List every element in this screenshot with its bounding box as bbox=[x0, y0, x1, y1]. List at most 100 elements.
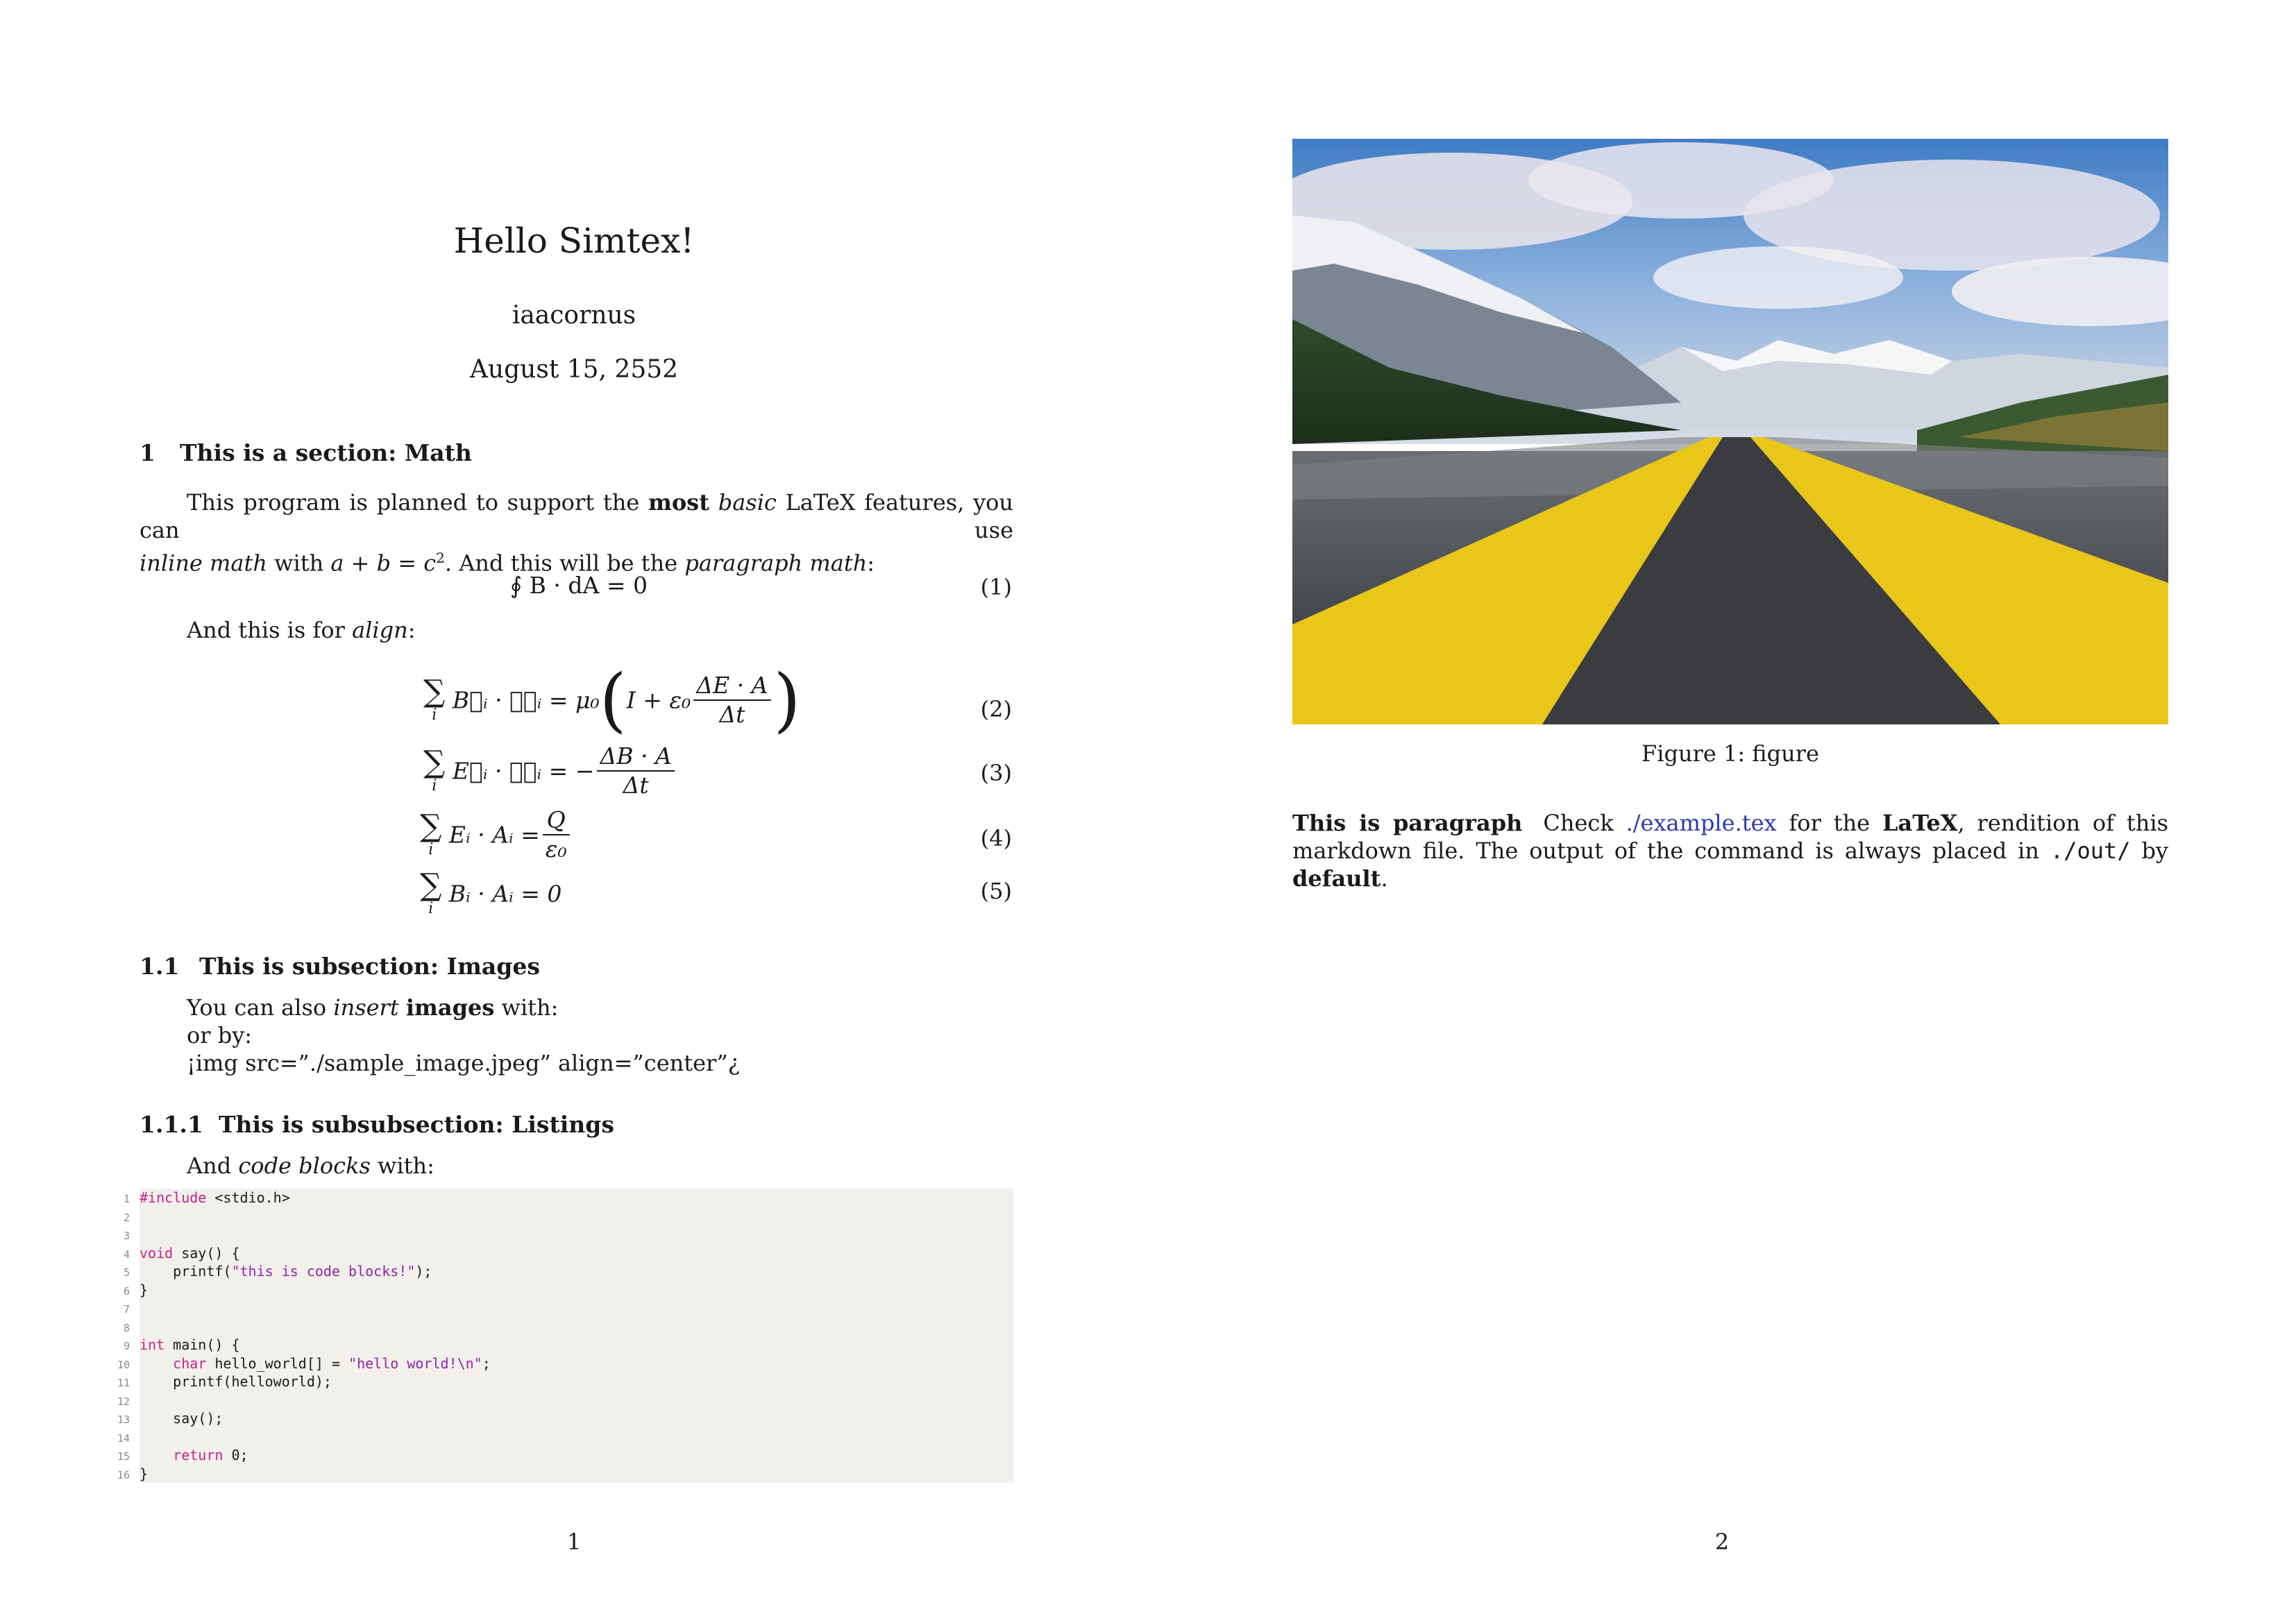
code-string: "hello world!\n" bbox=[348, 1354, 482, 1372]
code-text: say() { bbox=[173, 1244, 240, 1261]
sum-operator: ∑ i bbox=[423, 745, 446, 794]
inline-math: a + b = c bbox=[330, 550, 437, 577]
code-text: } bbox=[140, 1465, 149, 1482]
left-paren: ( bbox=[599, 659, 627, 740]
code-line: 10 char hello_world[] = "hello world!\n"… bbox=[111, 1354, 1013, 1373]
text-run: And this is for bbox=[187, 617, 353, 643]
code-keyword: #include bbox=[140, 1189, 207, 1206]
code-text: } bbox=[140, 1281, 149, 1298]
code-listing: 1 #include <stdio.h> 2 3 4 void say() {5 prin… bbox=[111, 1189, 1013, 1483]
code-line-number: 12 bbox=[117, 1395, 130, 1408]
bold-run: most bbox=[648, 489, 709, 516]
equation-number-3: (3) bbox=[980, 760, 1012, 786]
text-run: with bbox=[267, 550, 331, 577]
document-date: August 15, 2552 bbox=[469, 355, 679, 384]
math-paragraph: This program is planned to support the m… bbox=[140, 488, 1013, 577]
example-tex-link[interactable]: ./example.tex bbox=[1626, 810, 1777, 836]
code-line: 2 bbox=[111, 1207, 1013, 1226]
numerator: Q bbox=[542, 806, 570, 835]
fraction: ΔB · A Δt bbox=[597, 742, 675, 799]
text-run: for the bbox=[1776, 810, 1882, 836]
fraction: ΔE · A Δt bbox=[693, 672, 771, 729]
italic-run: inline math bbox=[140, 550, 267, 577]
text-run: : bbox=[407, 617, 416, 643]
bold-run: default bbox=[1292, 865, 1381, 892]
road-photo-svg bbox=[1292, 139, 2168, 724]
code-line: 5 printf("this is code blocks!"); bbox=[111, 1262, 1013, 1281]
equation-lhs: Bᵢ · Aᵢ = 0 bbox=[448, 880, 562, 908]
italic-run: insert bbox=[333, 994, 399, 1021]
bold-run: images bbox=[405, 994, 495, 1021]
code-line: 9 int main() { bbox=[111, 1336, 1013, 1354]
text-run bbox=[399, 994, 406, 1021]
align-intro: And this is for align: bbox=[187, 616, 416, 644]
code-line-number: 1 bbox=[123, 1193, 130, 1205]
code-text: hello_world[] = bbox=[206, 1354, 349, 1372]
equation-lhs: E⃗ᵢ · ℓ⃗ᵢ = − bbox=[452, 757, 595, 785]
italic-run: basic bbox=[718, 489, 777, 516]
subsubsection-heading-listings: 1.1.1 This is subsubsection: Listings bbox=[140, 1109, 614, 1141]
section-heading-math: 1 This is a section: Math bbox=[140, 437, 472, 469]
code-line: 11 printf(helloworld); bbox=[111, 1373, 1013, 1391]
italic-run: paragraph math bbox=[684, 550, 868, 577]
equation-number-2: (2) bbox=[980, 696, 1012, 722]
paragraph-run-in-heading: This is paragraph bbox=[1292, 810, 1523, 836]
images-line1: You can also insert images with: bbox=[187, 994, 740, 1021]
road-photo bbox=[1292, 139, 2168, 724]
images-line3: ¡img src=”./sample_image.jpeg” align=”ce… bbox=[187, 1050, 740, 1076]
code-line-number: 2 bbox=[123, 1211, 130, 1224]
equation-number-4: (4) bbox=[980, 825, 1012, 851]
images-paragraph: You can also insert images with: or by: … bbox=[187, 994, 740, 1077]
page-number-1: 1 bbox=[566, 1529, 582, 1555]
code-line-number: 11 bbox=[117, 1377, 130, 1389]
code-line-number: 16 bbox=[117, 1468, 130, 1481]
sum-index: i bbox=[428, 900, 434, 917]
subsection-heading-images: 1.1 This is subsection: Images bbox=[140, 951, 540, 983]
code-line-number: 4 bbox=[123, 1248, 130, 1261]
italic-run: align bbox=[352, 617, 408, 643]
code-text: ; bbox=[482, 1354, 491, 1372]
bold-run: LaTeX bbox=[1882, 810, 1958, 836]
code-keyword: void bbox=[140, 1244, 174, 1261]
page-2: Figure 1: figure This is paragraph Check … bbox=[1148, 0, 2296, 1623]
sum-index: i bbox=[432, 706, 437, 724]
text-run: You can also bbox=[187, 994, 334, 1021]
code-line: 15 return 0; bbox=[111, 1446, 1013, 1465]
code-line: 13 say(); bbox=[111, 1409, 1013, 1428]
numerator: ΔE · A bbox=[693, 672, 771, 701]
right-paren: ) bbox=[773, 659, 801, 740]
equation-5: ∑ i Bᵢ · Aᵢ = 0 bbox=[420, 870, 562, 917]
code-line-number: 7 bbox=[123, 1303, 130, 1316]
sum-operator: ∑ i bbox=[423, 674, 446, 724]
sum-index: i bbox=[432, 777, 437, 794]
code-keyword: return bbox=[173, 1447, 223, 1463]
code-line-number: 15 bbox=[117, 1450, 130, 1463]
equation-lhs: B⃗ᵢ · ℓ⃗ᵢ = μ₀ bbox=[452, 686, 600, 714]
code-line-number: 13 bbox=[117, 1413, 130, 1426]
text-run bbox=[709, 489, 718, 516]
document-title: Hello Simtex! bbox=[453, 221, 695, 261]
equation-lhs: Eᵢ · Aᵢ = bbox=[448, 821, 540, 849]
code-text: ); bbox=[415, 1263, 432, 1280]
code-line: 14 bbox=[111, 1428, 1013, 1447]
code-text: say(); bbox=[140, 1410, 223, 1427]
code-line-number: 10 bbox=[117, 1358, 130, 1371]
code-string: "this is code blocks!" bbox=[231, 1263, 416, 1280]
page-1: Hello Simtex! iaacornus August 15, 2552 … bbox=[0, 0, 1148, 1623]
page-number-2: 2 bbox=[1714, 1529, 1730, 1555]
code-keyword: int bbox=[140, 1336, 165, 1353]
document-author: iaacornus bbox=[512, 301, 636, 330]
equation-3: ∑ i E⃗ᵢ · ℓ⃗ᵢ = − ΔB · A Δt bbox=[423, 742, 677, 799]
code-line: 12 bbox=[111, 1391, 1013, 1410]
code-line: 6} bbox=[111, 1281, 1013, 1300]
equation-4: ∑ i Eᵢ · Aᵢ = Qε₀ bbox=[420, 806, 573, 863]
code-line-number: 9 bbox=[123, 1340, 130, 1352]
text-run: : bbox=[867, 550, 875, 577]
code-text: <stdio.h> bbox=[206, 1189, 290, 1206]
code-line-number: 5 bbox=[123, 1266, 130, 1279]
code-line-number: 8 bbox=[123, 1321, 130, 1334]
code-line-number: 3 bbox=[123, 1230, 130, 1242]
fraction: Qε₀ bbox=[542, 806, 570, 863]
equation-2: ∑ i B⃗ᵢ · ℓ⃗ᵢ = μ₀(I + ε₀ ΔE · A Δt) bbox=[423, 665, 801, 735]
